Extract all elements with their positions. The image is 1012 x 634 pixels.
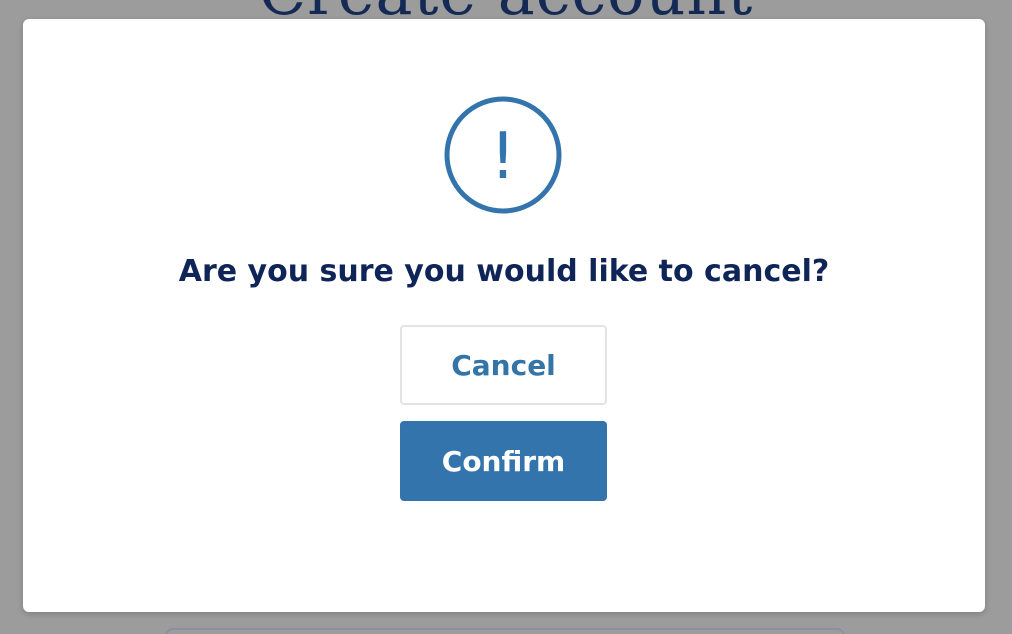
exclamation-circle-icon: ! (444, 96, 562, 214)
confirm-cancel-dialog: ! Are you sure you would like to cancel?… (23, 19, 985, 612)
dialog-message: Are you sure you would like to cancel? (178, 254, 830, 289)
confirm-button[interactable]: Confirm (400, 421, 607, 501)
cancel-button[interactable]: Cancel (400, 325, 607, 405)
cancel-button-label: Cancel (451, 348, 556, 382)
confirm-button-label: Confirm (441, 444, 566, 478)
background-input-field (165, 628, 845, 634)
svg-text:!: ! (490, 120, 516, 194)
